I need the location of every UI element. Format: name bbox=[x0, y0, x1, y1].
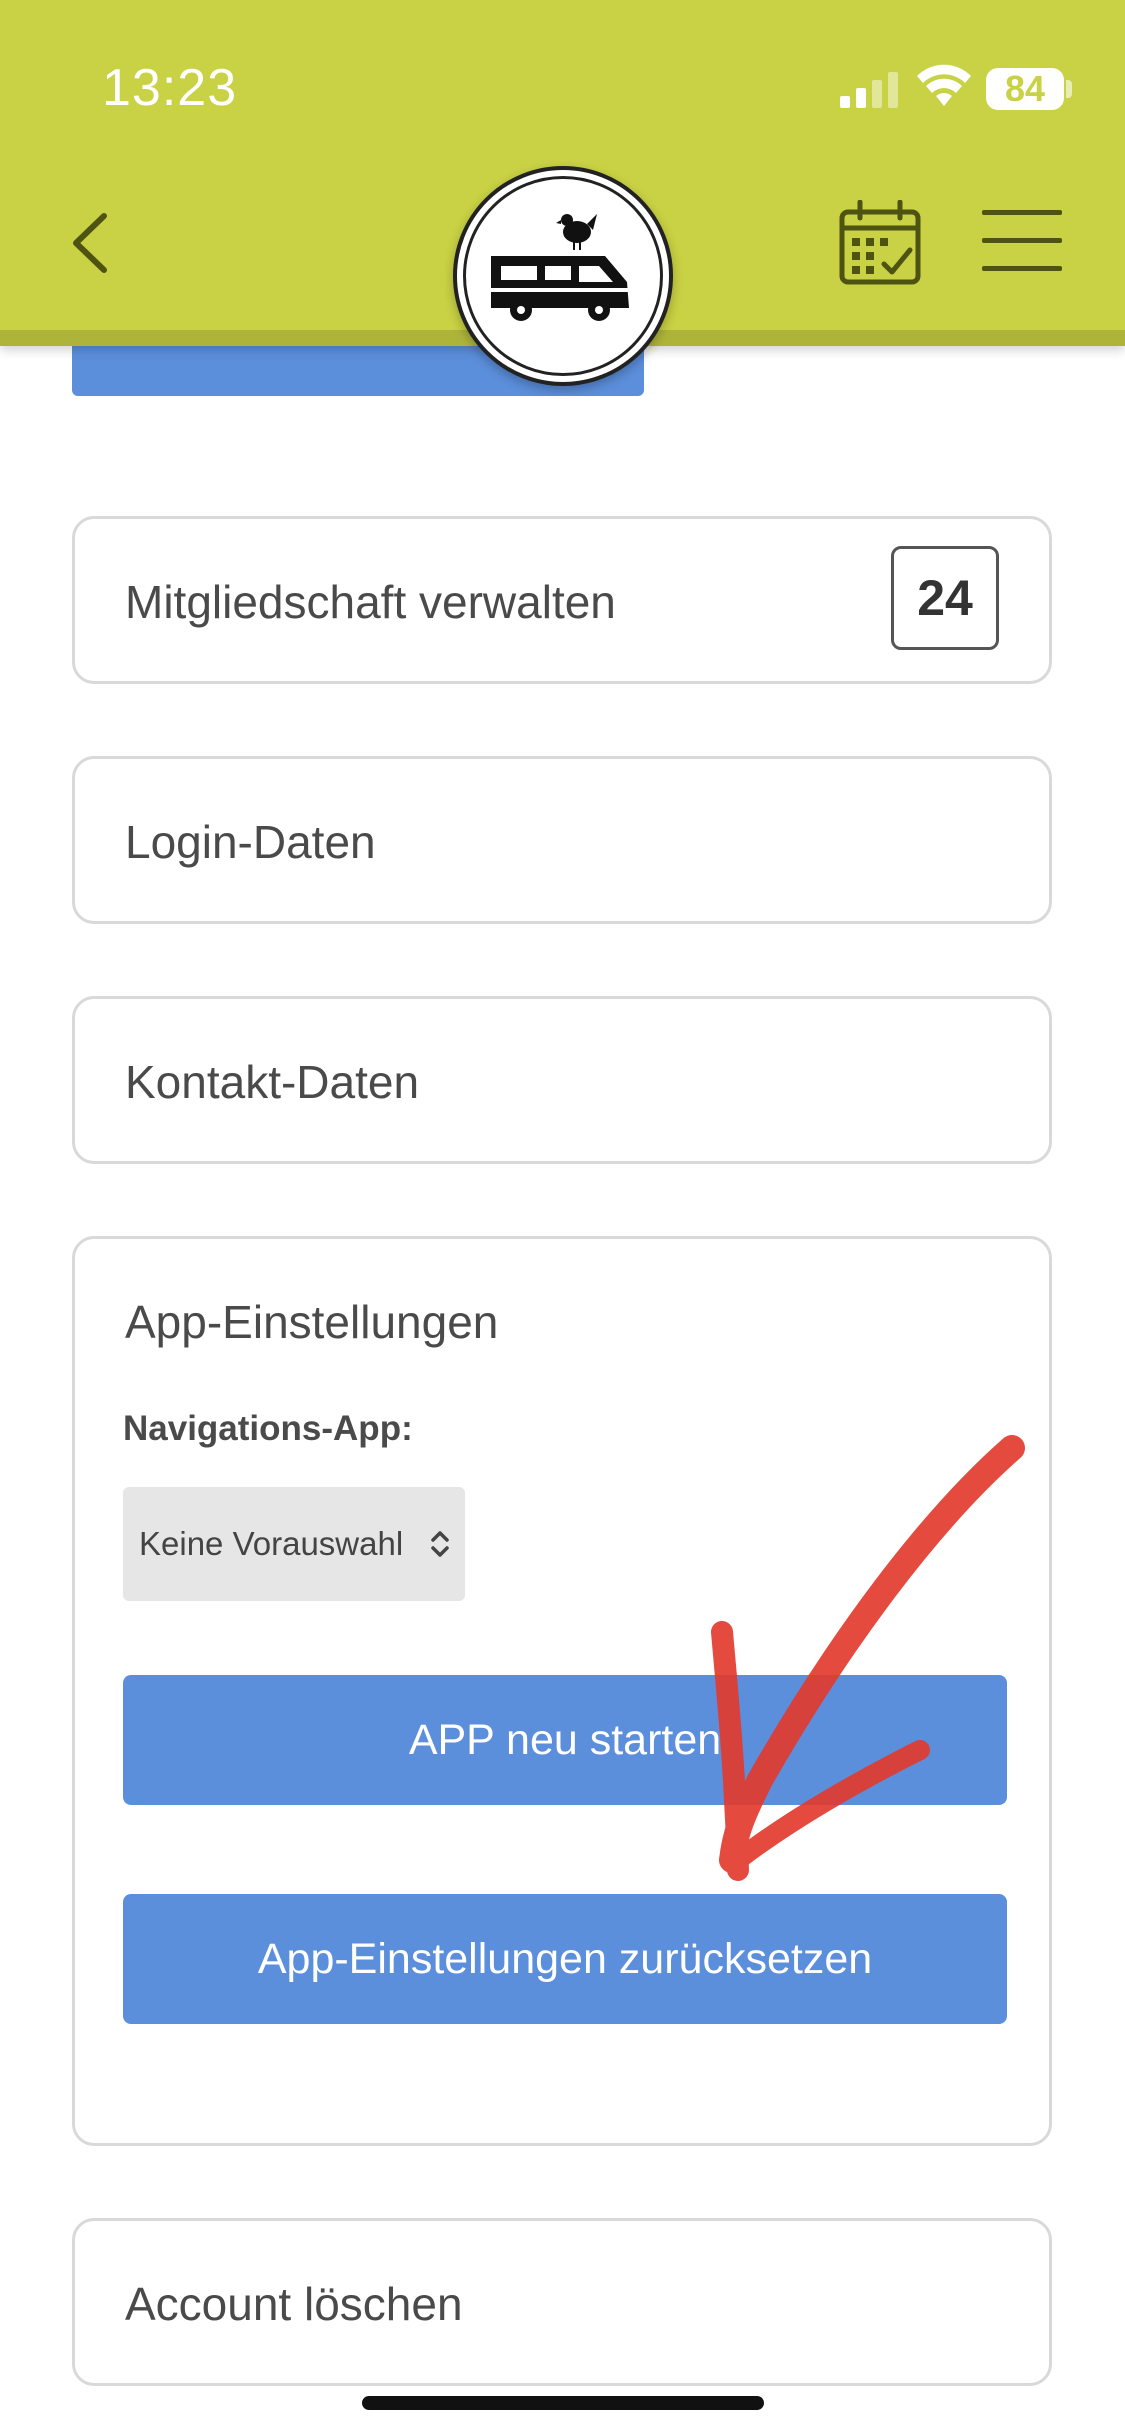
contact-data-card[interactable]: Kontakt-Daten bbox=[72, 996, 1052, 1164]
select-chevron-icon bbox=[431, 1531, 449, 1557]
membership-label: Mitgliedschaft verwalten bbox=[125, 576, 616, 628]
navigation-app-label: Navigations-App: bbox=[123, 1409, 413, 1448]
status-time: 13:23 bbox=[102, 59, 238, 117]
navigation-app-select[interactable]: Keine Vorauswahl bbox=[123, 1487, 465, 1601]
hamburger-menu-icon[interactable] bbox=[982, 208, 1066, 274]
reset-app-settings-button[interactable]: App-Einstellungen zurücksetzen bbox=[123, 1894, 1007, 2024]
delete-account-card[interactable]: Account löschen bbox=[72, 2218, 1052, 2386]
membership-badge: 24 bbox=[891, 546, 999, 650]
camper-van-chicken-logo[interactable] bbox=[453, 166, 673, 386]
restart-app-button[interactable]: APP neu starten bbox=[123, 1675, 1007, 1805]
home-indicator bbox=[362, 2396, 764, 2410]
contact-data-label: Kontakt-Daten bbox=[125, 1056, 420, 1108]
chevron-left-icon[interactable] bbox=[66, 210, 116, 276]
login-data-label: Login-Daten bbox=[125, 816, 376, 868]
delete-account-label: Account löschen bbox=[125, 2278, 463, 2330]
app-settings-card: App-Einstellungen Navigations-App: Keine… bbox=[72, 1236, 1052, 2146]
navigation-app-select-value: Keine Vorauswahl bbox=[139, 1525, 404, 1562]
battery-tip bbox=[1066, 80, 1072, 98]
wifi-icon bbox=[917, 64, 971, 106]
battery-indicator: 84 bbox=[986, 68, 1064, 110]
calendar-check-icon[interactable] bbox=[838, 200, 922, 286]
cellular-signal-icon bbox=[840, 72, 898, 108]
membership-card[interactable]: Mitgliedschaft verwalten 24 bbox=[72, 516, 1052, 684]
app-settings-title: App-Einstellungen bbox=[125, 1296, 499, 1348]
login-data-card[interactable]: Login-Daten bbox=[72, 756, 1052, 924]
